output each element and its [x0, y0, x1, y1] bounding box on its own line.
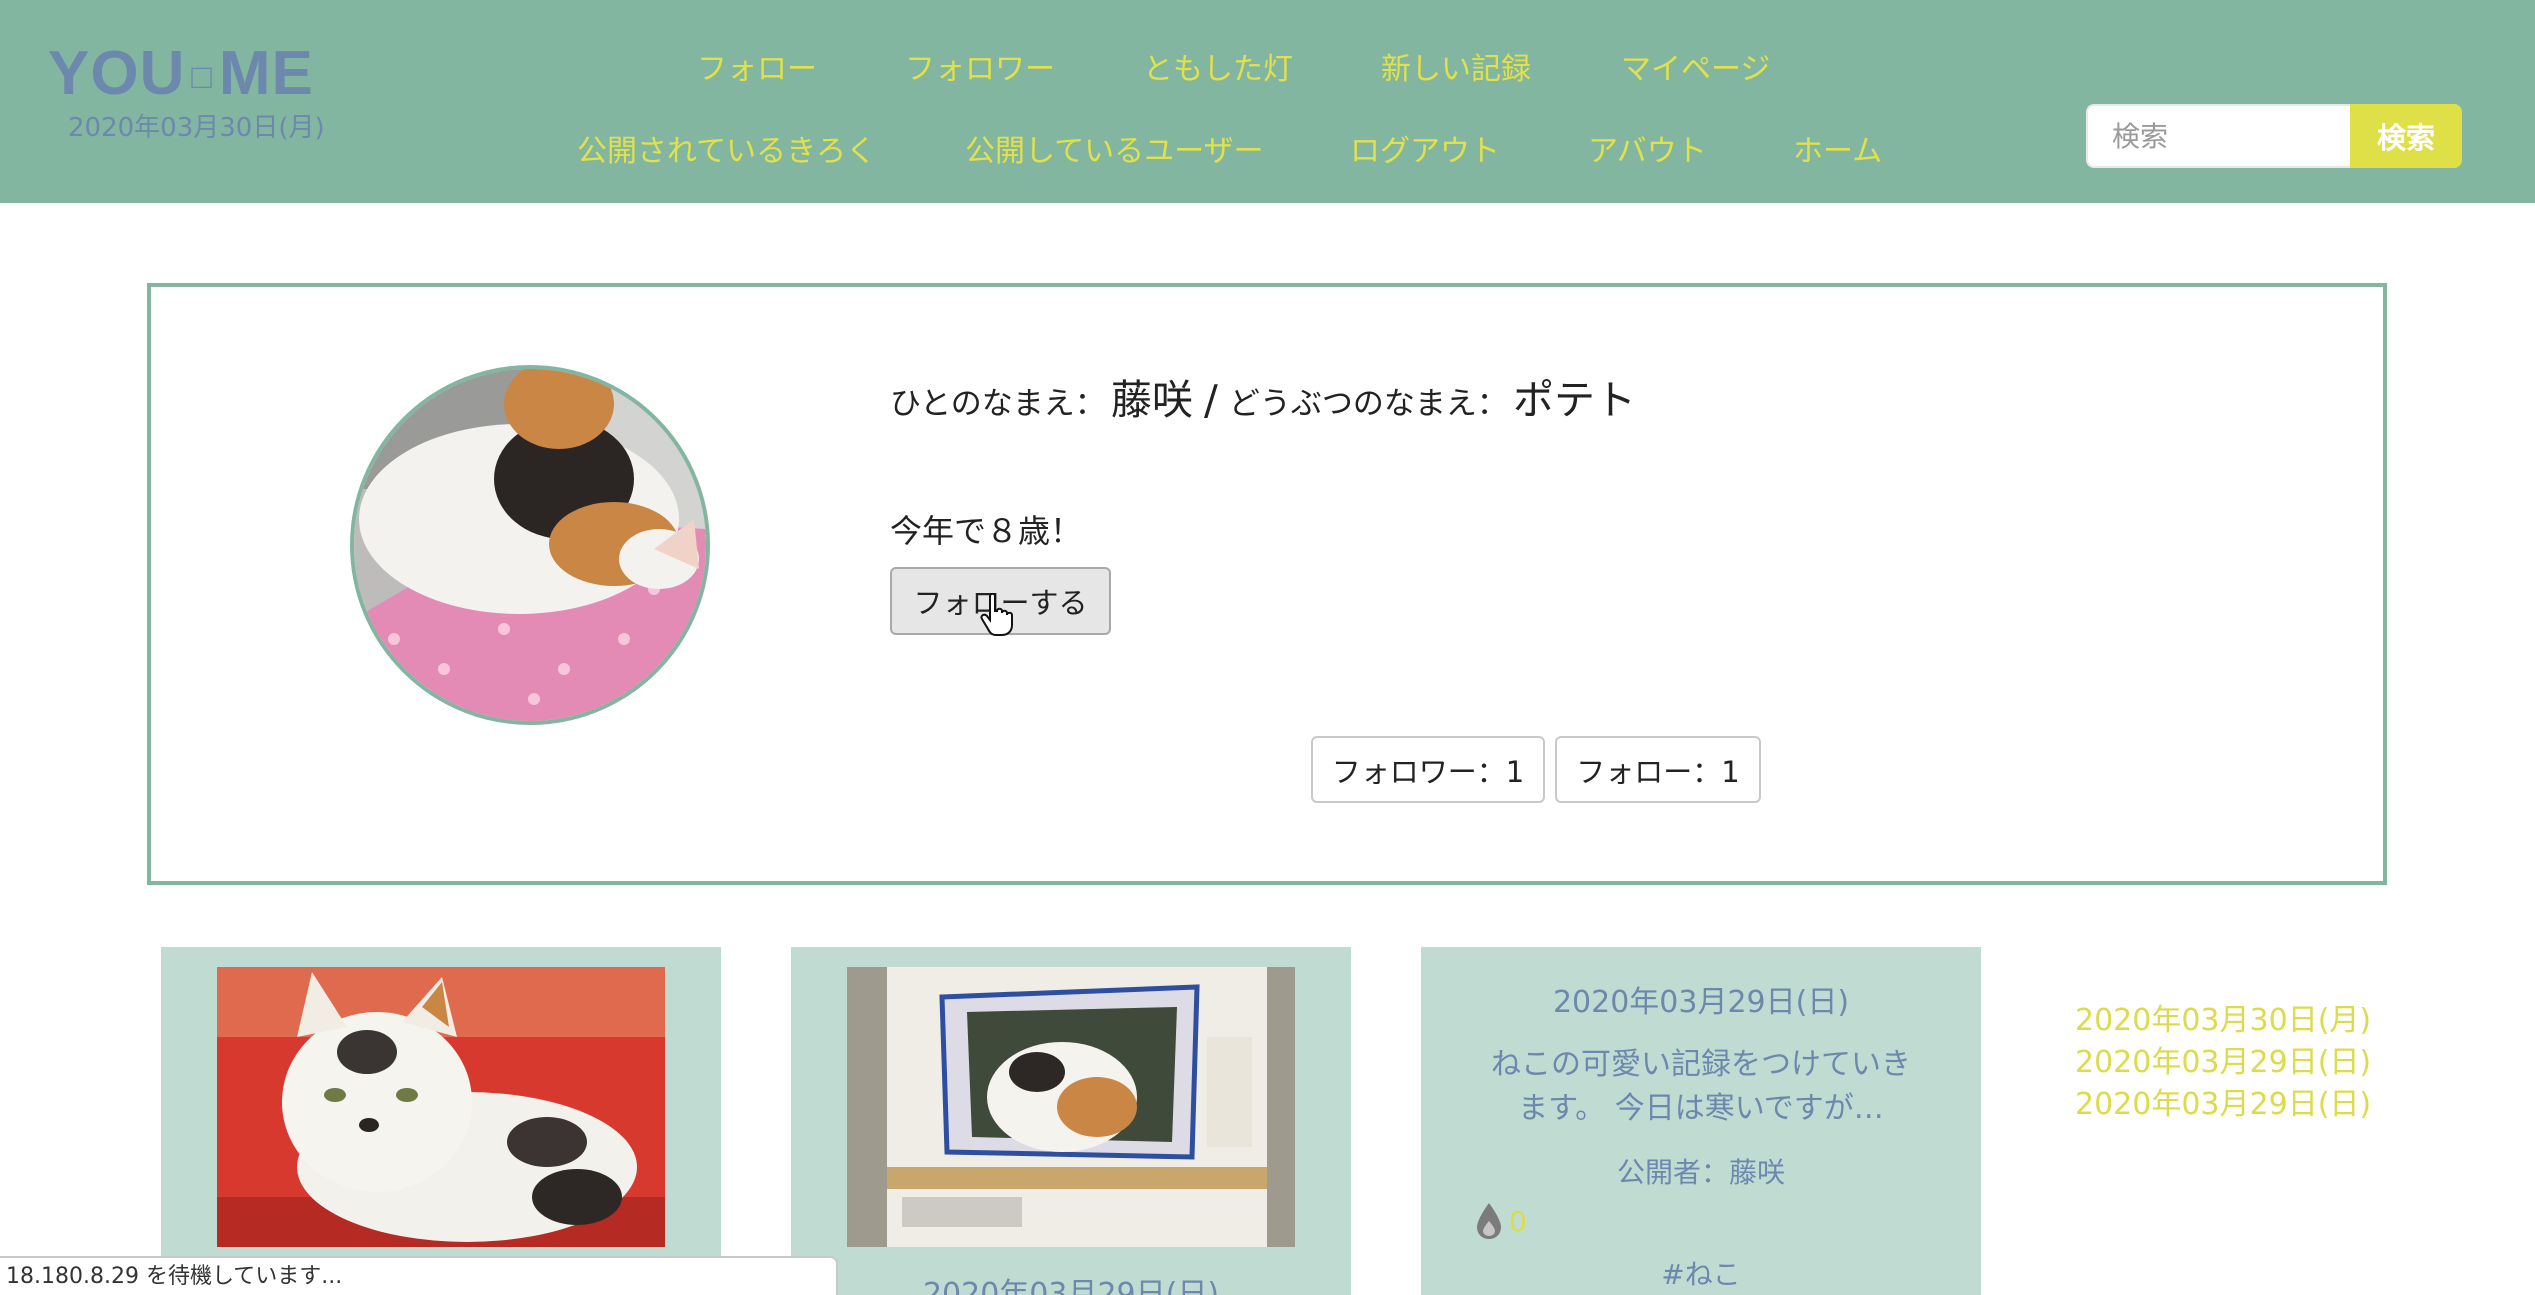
record-photo-2[interactable]	[847, 967, 1295, 1247]
cat-sleeping-photo-icon	[354, 369, 706, 721]
search-button[interactable]: 検索	[2350, 104, 2462, 168]
record-author-3: 公開者：藤咲	[1616, 1156, 1785, 1189]
hand-pointer-cursor-icon	[980, 593, 1013, 636]
record-tag-3[interactable]: #ねこ	[1421, 1253, 1981, 1293]
site-header: YOU □ME 2020年03月30日(月) フォロー フォロワー ともした灯 新…	[0, 0, 2535, 203]
nav-my-page[interactable]: マイページ	[1621, 44, 1770, 88]
site-logo[interactable]: YOU □ME	[48, 38, 314, 109]
record-card-3[interactable]: 2020年03月29日(日) ねこの可愛い記録をつけていきます。 今日は寒いです…	[1421, 947, 1981, 1295]
search-input[interactable]	[2086, 104, 2350, 168]
record-card-2[interactable]: 2020年03月29日(日)	[791, 947, 1351, 1295]
archive-date-item[interactable]: 2020年03月29日(日)	[2075, 1042, 2371, 1084]
logo-text-you: YOU	[48, 39, 186, 108]
following-count-button[interactable]: フォロー：1	[1555, 736, 1761, 803]
nav-follow[interactable]: フォロー	[697, 44, 817, 88]
nav-lit-lights[interactable]: ともした灯	[1143, 44, 1293, 88]
nav-followers[interactable]: フォロワー	[905, 44, 1055, 88]
record-text-3: ねこの可愛い記録をつけていきます。 今日は寒いですが…	[1491, 1047, 1911, 1126]
record-date-3: 2020年03月29日(日)	[1552, 985, 1850, 1020]
likes-count: 0	[1509, 1204, 1527, 1238]
nav-about[interactable]: アバウト	[1588, 126, 1707, 170]
nav-public-users[interactable]: 公開しているユーザー	[965, 126, 1264, 170]
animal-name: ポテト	[1512, 376, 1636, 424]
animal-name-label: どうぶつのなまえ：	[1228, 386, 1508, 422]
human-name: 藤咲	[1110, 376, 1193, 424]
logo-glyph: □	[191, 58, 213, 97]
profile-name-line: ひとのなまえ： 藤咲 / どうぶつのなまえ： ポテト	[890, 366, 1636, 426]
name-separator: /	[1203, 376, 1218, 424]
record-date-2: 2020年03月29日(日)	[922, 1277, 1220, 1295]
profile-avatar	[350, 365, 710, 725]
flame-drop-icon[interactable]	[1473, 1201, 1505, 1241]
record-card-1[interactable]	[161, 947, 721, 1295]
header-date: 2020年03月30日(月)	[68, 113, 325, 143]
nav-home[interactable]: ホーム	[1793, 126, 1882, 170]
cat-in-red-bed-photo-icon	[217, 967, 665, 1247]
cat-in-cardboard-box-photo-icon	[847, 967, 1295, 1247]
record-photo-1[interactable]	[217, 967, 665, 1247]
record-likes-3[interactable]: 0	[1473, 1201, 1527, 1241]
browser-status-bar: 18.180.8.29 を待機しています...	[0, 1256, 838, 1295]
nav-logout[interactable]: ログアウト	[1350, 126, 1500, 170]
archive-date-list: 2020年03月30日(月) 2020年03月29日(日) 2020年03月29…	[2075, 1000, 2371, 1126]
human-name-label: ひとのなまえ：	[890, 386, 1106, 422]
archive-date-item[interactable]: 2020年03月29日(日)	[2075, 1084, 2371, 1126]
archive-date-item[interactable]: 2020年03月30日(月)	[2075, 1000, 2371, 1042]
profile-bio: 今年で８歳！	[890, 512, 1083, 550]
nav-new-record[interactable]: 新しい記録	[1381, 44, 1531, 88]
nav-public-records[interactable]: 公開されているきろく	[577, 126, 876, 170]
logo-text-me: ME	[218, 39, 314, 108]
followers-count-button[interactable]: フォロワー：1	[1311, 736, 1545, 803]
